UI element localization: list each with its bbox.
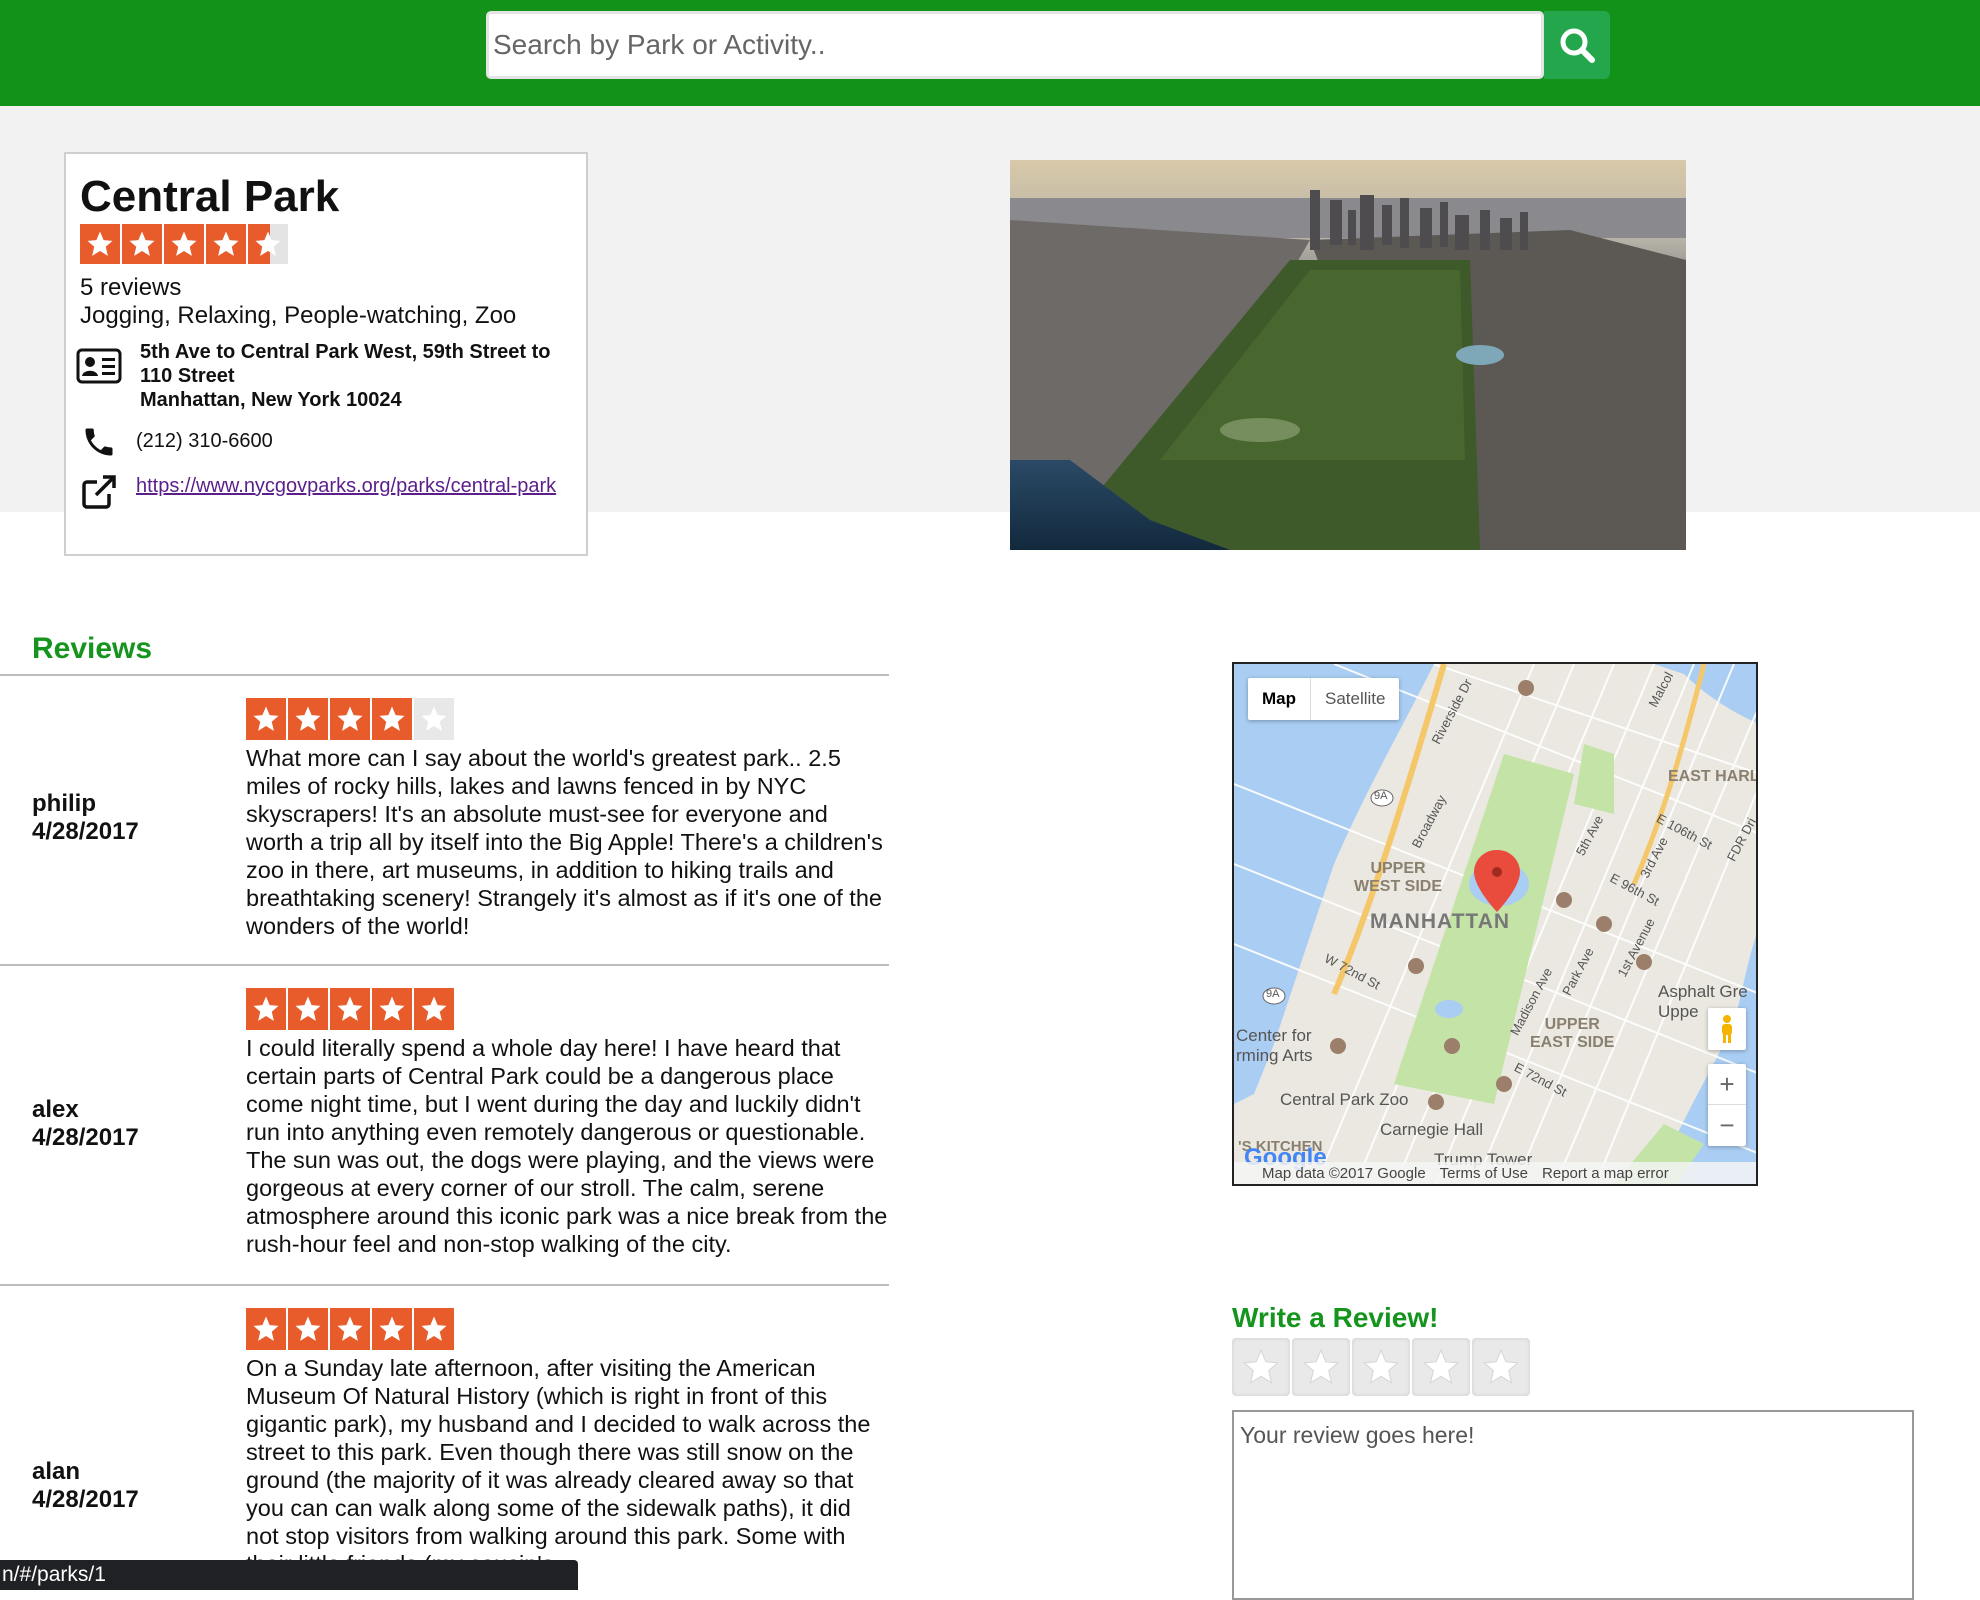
review-date: 4/28/2017 xyxy=(32,1124,139,1151)
review-author: alex 4/28/2017 xyxy=(32,1096,139,1152)
review-user: alex xyxy=(32,1096,79,1123)
map-type-map[interactable]: Map xyxy=(1248,678,1311,720)
park-name: Central Park xyxy=(80,172,340,221)
star-icon xyxy=(246,988,286,1030)
map-label-uppe: Uppe xyxy=(1658,1002,1699,1021)
star-icon xyxy=(1483,1349,1519,1384)
zoom-control: + − xyxy=(1708,1064,1746,1146)
status-bar-url: n/#/parks/1 xyxy=(0,1560,578,1590)
star-icon xyxy=(330,1308,370,1350)
map-label-carnegie: Carnegie Hall xyxy=(1380,1120,1483,1139)
rating-star-4[interactable] xyxy=(1412,1338,1470,1396)
divider xyxy=(0,964,889,966)
write-review-heading: Write a Review! xyxy=(1232,1302,1439,1333)
review-author: philip 4/28/2017 xyxy=(32,790,139,846)
phone-row xyxy=(76,424,122,464)
review-rating-stars xyxy=(246,698,456,740)
star-icon xyxy=(1423,1349,1459,1384)
map-report-link[interactable]: Report a map error xyxy=(1542,1165,1669,1182)
empty-star-icon xyxy=(414,698,454,740)
map-type-control: Map Satellite xyxy=(1248,678,1400,720)
address-line1: 5th Ave to Central Park West, 59th Stree… xyxy=(140,341,551,387)
half-star-icon xyxy=(248,224,288,264)
star-icon xyxy=(372,1308,412,1350)
park-info-card: Central Park 5 reviews Jogging, Relaxing… xyxy=(64,152,588,556)
rating-star-3[interactable] xyxy=(1352,1338,1410,1396)
review-count: 5 reviews xyxy=(80,274,182,301)
star-icon xyxy=(372,988,412,1030)
divider xyxy=(0,1284,889,1286)
map-route-9a: 9A xyxy=(1374,790,1388,802)
star-icon xyxy=(288,1308,328,1350)
map-label-zoo: Central Park Zoo xyxy=(1280,1090,1409,1109)
write-review-rating xyxy=(1232,1338,1532,1396)
star-icon xyxy=(414,1308,454,1350)
street-view-icon[interactable] xyxy=(1708,1008,1746,1050)
star-icon xyxy=(330,988,370,1030)
review-user: alan xyxy=(32,1458,81,1485)
address-line2: Manhattan, New York 10024 xyxy=(140,389,402,411)
divider xyxy=(0,674,889,676)
star-icon xyxy=(1363,1349,1399,1384)
review-text: What more can I say about the world's gr… xyxy=(246,745,883,939)
park-rating-stars xyxy=(80,224,290,264)
map-footer: Map data ©2017 Google Terms of Use Repor… xyxy=(1234,1162,1756,1184)
search-button[interactable] xyxy=(1544,11,1610,79)
zoom-in-button[interactable]: + xyxy=(1708,1064,1746,1105)
address-row xyxy=(76,348,122,388)
reviews-heading: Reviews xyxy=(32,632,153,665)
map-type-satellite[interactable]: Satellite xyxy=(1311,678,1399,720)
map-label-manhattan: MANHATTAN xyxy=(1370,910,1511,933)
external-link-icon xyxy=(76,472,122,512)
review-text: I could literally spend a whole day here… xyxy=(246,1035,888,1257)
review-author: alan 4/28/2017 xyxy=(32,1458,139,1514)
star-icon xyxy=(80,224,120,264)
zoom-out-button[interactable]: − xyxy=(1708,1105,1746,1146)
top-bar xyxy=(0,0,1980,106)
park-activities: Jogging, Relaxing, People-watching, Zoo xyxy=(80,302,517,329)
contact-card-icon xyxy=(76,348,122,388)
park-website-link[interactable]: https://www.nycgovparks.org/parks/centra… xyxy=(136,474,566,498)
rating-star-2[interactable] xyxy=(1292,1338,1350,1396)
review-textarea[interactable] xyxy=(1232,1410,1914,1600)
star-icon xyxy=(1243,1349,1279,1384)
review-rating-stars xyxy=(246,988,456,1030)
park-map[interactable]: Map Satellite UPPER WEST SIDE MANHATTAN … xyxy=(1232,662,1758,1186)
review-date: 4/28/2017 xyxy=(32,818,139,845)
park-address: 5th Ave to Central Park West, 59th Stree… xyxy=(140,340,580,412)
park-photo xyxy=(1010,160,1686,550)
review-user: philip xyxy=(32,790,96,817)
star-icon xyxy=(330,698,370,740)
map-label-center-arts: Center for rming Arts xyxy=(1236,1026,1313,1065)
map-label-upper-west: UPPER WEST SIDE xyxy=(1354,860,1443,895)
park-phone: (212) 310-6600 xyxy=(136,430,273,452)
search-icon xyxy=(1560,28,1595,63)
map-label-asphalt: Asphalt Gre xyxy=(1658,982,1748,1001)
star-icon xyxy=(414,988,454,1030)
rating-star-1[interactable] xyxy=(1232,1338,1290,1396)
rating-star-5[interactable] xyxy=(1472,1338,1530,1396)
map-terms-link[interactable]: Terms of Use xyxy=(1440,1165,1528,1182)
star-icon xyxy=(288,988,328,1030)
map-label-upper-east: UPPER EAST SIDE xyxy=(1530,1016,1615,1051)
map-label-east-harlem: EAST HARL xyxy=(1668,768,1758,785)
review-date: 4/28/2017 xyxy=(32,1486,139,1513)
star-icon xyxy=(164,224,204,264)
phone-icon xyxy=(76,424,122,464)
map-data-attribution: Map data ©2017 Google xyxy=(1262,1164,1426,1182)
review-text: On a Sunday late afternoon, after visiti… xyxy=(246,1355,871,1577)
star-icon xyxy=(1303,1349,1339,1384)
map-route-9a: 9A xyxy=(1266,988,1280,1000)
star-icon xyxy=(246,698,286,740)
review-rating-stars xyxy=(246,1308,456,1350)
star-icon xyxy=(206,224,246,264)
star-icon xyxy=(372,698,412,740)
star-icon xyxy=(122,224,162,264)
search-input[interactable] xyxy=(486,11,1544,79)
star-icon xyxy=(246,1308,286,1350)
website-row xyxy=(76,472,122,512)
star-icon xyxy=(288,698,328,740)
